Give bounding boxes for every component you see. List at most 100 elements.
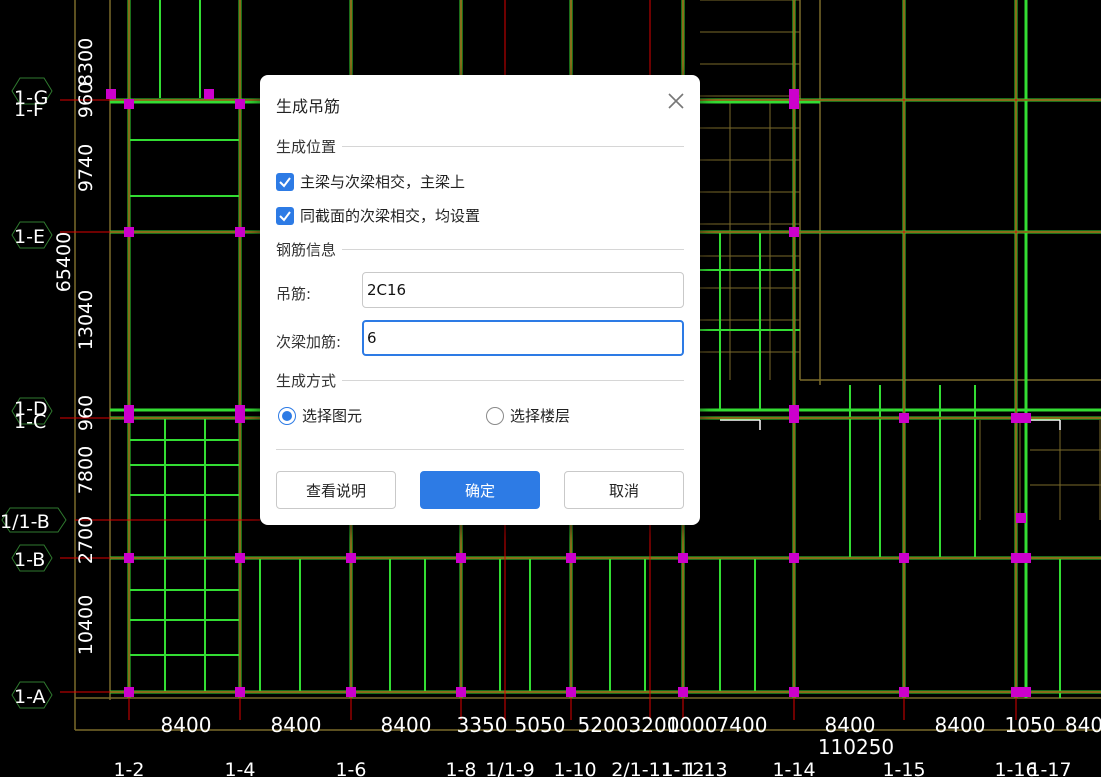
col-dim-10: 8400 bbox=[825, 713, 876, 737]
col-label-1-10: 1-10 bbox=[553, 759, 596, 777]
column-marker bbox=[106, 89, 116, 99]
column-marker bbox=[566, 553, 576, 563]
col-dim-4: 3350 bbox=[457, 713, 508, 737]
generate-hanger-dialog: 生成吊筋 生成位置 主梁与次梁相交，主梁上 同截面的次梁相交，均设置 钢筋信息 … bbox=[260, 75, 700, 525]
column-marker bbox=[678, 687, 688, 697]
column-marker bbox=[899, 413, 909, 423]
column-marker bbox=[1021, 553, 1031, 563]
footer-divider bbox=[276, 449, 684, 450]
section-rebar-info-label: 钢筋信息 bbox=[276, 240, 337, 259]
column-marker bbox=[124, 227, 134, 237]
view-help-button[interactable]: 查看说明 bbox=[276, 471, 396, 509]
col-dim-3: 8400 bbox=[381, 713, 432, 737]
col-dim-1: 8400 bbox=[161, 713, 212, 737]
column-marker bbox=[235, 227, 245, 237]
col-dim-13: 840 bbox=[1065, 713, 1101, 737]
checkbox-main-beam-label: 主梁与次梁相交，主梁上 bbox=[300, 173, 466, 191]
col-dim-8: 1000 bbox=[667, 713, 718, 737]
row-dim-960-top: 960 bbox=[75, 82, 97, 118]
row-label-1-1b: 1/1-B bbox=[0, 511, 50, 533]
ok-button[interactable]: 确定 bbox=[420, 471, 540, 509]
column-marker bbox=[124, 413, 134, 423]
radio-unselected-icon[interactable] bbox=[486, 406, 504, 425]
column-marker bbox=[789, 553, 799, 563]
hanger-input[interactable] bbox=[362, 272, 684, 308]
col-label-1-8: 1-8 bbox=[445, 759, 476, 777]
row-label-1-a: 1-A bbox=[14, 686, 46, 708]
checkbox-same-section[interactable]: 同截面的次梁相交，均设置 bbox=[276, 205, 480, 226]
column-axis-labels: 1-2 1-4 1-6 1-8 1/1-9 1-10 2/1-11 1-12 1… bbox=[113, 759, 1071, 777]
col-dim-11: 8400 bbox=[935, 713, 986, 737]
checkbox-main-beam[interactable]: 主梁与次梁相交，主梁上 bbox=[276, 171, 465, 192]
col-label-1-13: 1-13 bbox=[684, 759, 727, 777]
section-divider bbox=[342, 248, 684, 250]
hanger-label: 吊筋: bbox=[276, 285, 312, 303]
row-dim-8300: 8300 bbox=[75, 38, 97, 86]
dialog-title: 生成吊筋 bbox=[276, 97, 341, 116]
column-marker bbox=[124, 553, 134, 563]
cancel-button[interactable]: 取消 bbox=[564, 471, 684, 509]
column-marker bbox=[1011, 553, 1021, 563]
section-divider bbox=[342, 379, 684, 381]
col-dim-5: 5050 bbox=[515, 713, 566, 737]
column-marker bbox=[789, 89, 799, 99]
column-marker bbox=[789, 227, 799, 237]
row-label-1-f: 1-F bbox=[14, 99, 44, 121]
row-dim-10400: 10400 bbox=[75, 595, 97, 655]
column-marker bbox=[124, 99, 134, 109]
col-label-1-6: 1-6 bbox=[335, 759, 366, 777]
col-label-1-17: 1-17 bbox=[1028, 759, 1071, 777]
section-generate-position-label: 生成位置 bbox=[276, 137, 337, 156]
row-label-1-b: 1-B bbox=[14, 549, 45, 571]
row-label-1-e: 1-E bbox=[14, 226, 45, 248]
checkbox-checked-icon[interactable] bbox=[276, 172, 294, 191]
column-marker bbox=[235, 99, 245, 109]
column-marker bbox=[456, 553, 466, 563]
column-marker bbox=[235, 413, 245, 423]
radio-select-floor[interactable]: 选择楼层 bbox=[486, 405, 570, 426]
row-dim-7800: 7800 bbox=[75, 446, 97, 494]
row-dim-total: 65400 bbox=[53, 232, 75, 292]
column-marker bbox=[1021, 687, 1031, 697]
column-marker bbox=[456, 687, 466, 697]
column-marker bbox=[789, 687, 799, 697]
row-label-1-c: 1-C bbox=[14, 411, 46, 433]
radio-select-floor-label: 选择楼层 bbox=[510, 407, 571, 425]
secondary-rebar-label: 次梁加筋: bbox=[276, 333, 342, 351]
column-marker bbox=[1021, 413, 1031, 423]
column-marker bbox=[1011, 413, 1021, 423]
column-marker bbox=[899, 687, 909, 697]
checkbox-same-section-label: 同截面的次梁相交，均设置 bbox=[300, 207, 481, 225]
column-dimension-labels: 8400 8400 8400 3350 5050 5200 3200 1000 … bbox=[161, 713, 1101, 759]
column-marker bbox=[789, 413, 799, 423]
column-marker bbox=[899, 553, 909, 563]
row-axis-labels: 1-G 1-F 1-E 1-D 1-C 1/1-B 1-B 1-A bbox=[0, 77, 67, 709]
col-dim-12: 1050 bbox=[1005, 713, 1056, 737]
secondary-rebar-input[interactable] bbox=[362, 320, 684, 356]
close-icon bbox=[668, 93, 684, 109]
radio-select-element[interactable]: 选择图元 bbox=[278, 405, 362, 426]
column-marker bbox=[124, 687, 134, 697]
col-label-1-1-9: 1/1-9 bbox=[485, 759, 535, 777]
section-generate-position: 生成位置 bbox=[276, 136, 684, 156]
col-label-1-2: 1-2 bbox=[113, 759, 144, 777]
radio-select-element-label: 选择图元 bbox=[302, 407, 363, 425]
col-label-1-14: 1-14 bbox=[772, 759, 815, 777]
column-marker bbox=[235, 687, 245, 697]
column-marker bbox=[1016, 513, 1026, 523]
row-dim-13040: 13040 bbox=[75, 290, 97, 350]
column-marker bbox=[346, 687, 356, 697]
section-generate-method: 生成方式 bbox=[276, 370, 684, 390]
close-button[interactable] bbox=[664, 89, 688, 113]
radio-selected-icon[interactable] bbox=[278, 406, 296, 425]
row-dim-2700: 2700 bbox=[75, 516, 97, 564]
row-dim-960-mid: 960 bbox=[75, 395, 97, 431]
column-marker bbox=[678, 553, 688, 563]
col-dim-9: 7400 bbox=[717, 713, 768, 737]
row-dim-9740: 9740 bbox=[75, 144, 97, 192]
col-dim-total: 110250 bbox=[818, 735, 894, 759]
checkbox-checked-icon[interactable] bbox=[276, 206, 294, 225]
col-dim-2: 8400 bbox=[271, 713, 322, 737]
column-marker bbox=[235, 553, 245, 563]
column-marker bbox=[789, 99, 799, 109]
